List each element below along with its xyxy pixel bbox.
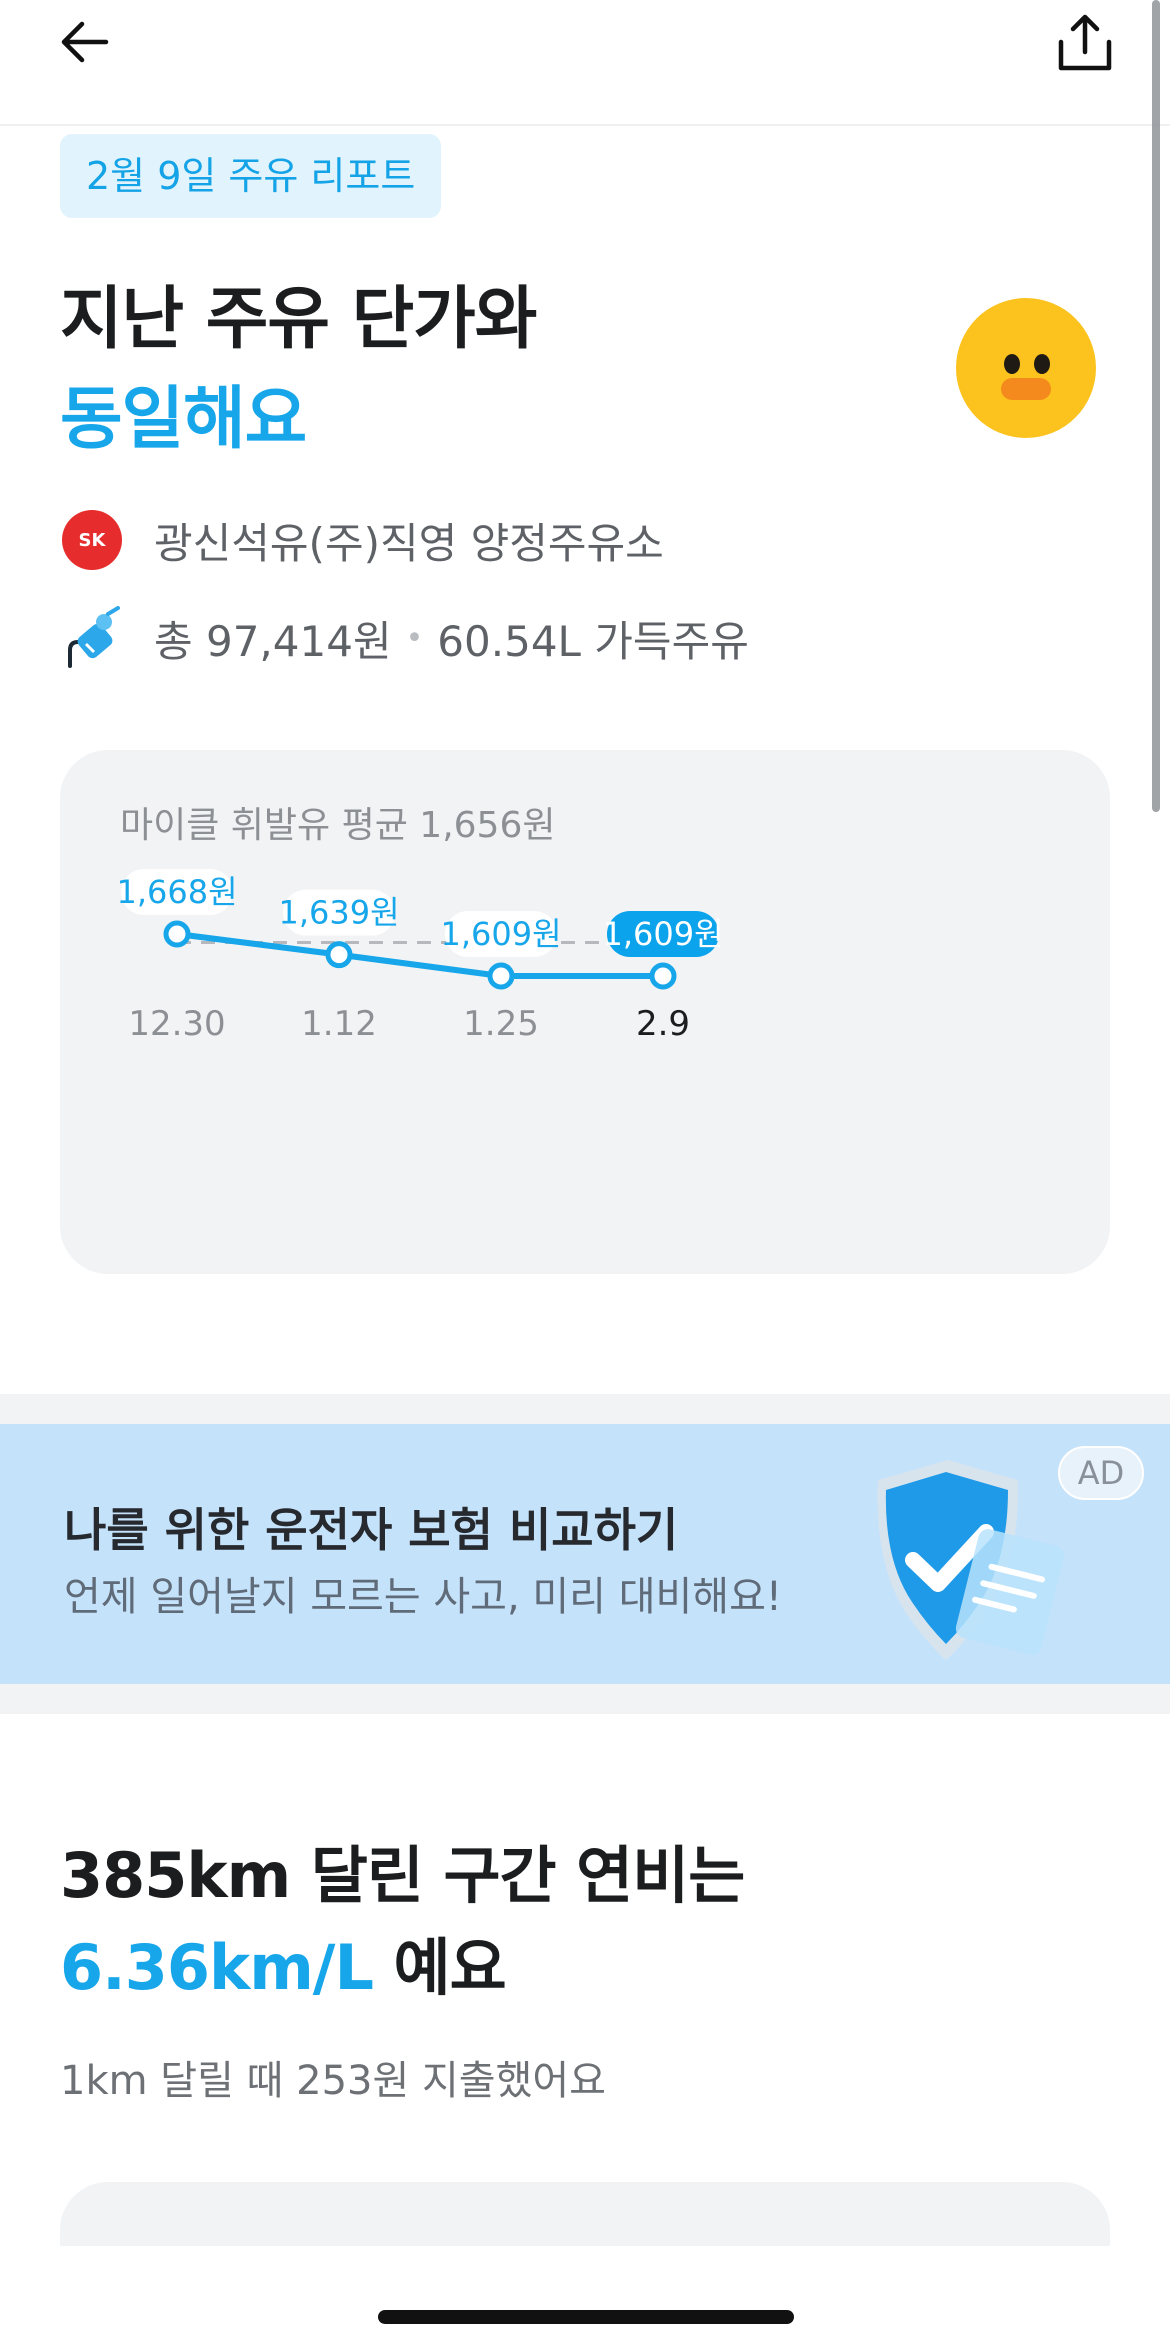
price-point (487, 962, 515, 990)
price-series-line (174, 931, 666, 979)
share-button[interactable] (1046, 4, 1124, 82)
sk-logo-icon: SK (62, 510, 122, 570)
headline-line1: 지난 주유 단가와 (60, 280, 537, 359)
scrollbar[interactable] (1152, 0, 1160, 812)
bottom-safe-area (0, 2246, 1170, 2348)
fuel-total: 총 97,414원 (154, 616, 392, 666)
ad-banner[interactable]: 나를 위한 운전자 보험 비교하기 언제 일어날지 모르는 사고, 미리 대비해… (0, 1424, 1170, 1684)
price-data-label: 1,609원 (440, 915, 561, 953)
arrow-left-icon (61, 21, 109, 63)
face-beak (1001, 378, 1051, 400)
price-data-label: 1,609원 (602, 915, 723, 953)
price-point (649, 962, 677, 990)
mood-face-icon (956, 298, 1096, 438)
share-icon (1058, 14, 1112, 71)
home-indicator[interactable] (378, 2310, 794, 2324)
x-tick-label: 12.30 (128, 1004, 225, 1044)
separator-dot: • (405, 620, 424, 656)
efficiency-line2: 6.36km/L 예요 (60, 1922, 744, 2014)
fuel-nozzle-icon (60, 606, 124, 670)
shield-check-icon (877, 1460, 1065, 1660)
section-divider (0, 1684, 1170, 1714)
station-name: 광신석유(주)직영 양정주유소 (154, 518, 664, 568)
efficiency-title: 385km 달린 구간 연비는 6.36km/L 예요 (60, 1830, 745, 2014)
face-eye (1004, 354, 1020, 374)
efficiency-suffix: 예요 (372, 1931, 507, 2004)
section-divider (0, 1394, 1170, 1424)
ad-subtitle: 언제 일어날지 모르는 사고, 미리 대비해요! (64, 1574, 782, 1620)
fuel-row: 총 97,414원 • 60.54L 가득주유 (60, 602, 749, 674)
top-bar (0, 0, 1170, 126)
price-chart-card: 마이클 휘발유 평균 1,656원 1,668원 12.30 1,639원 1.12 1… (60, 750, 1110, 1274)
fuel-amount: 60.54L 가득주유 (437, 616, 749, 666)
efficiency-value: 6.36km/L (60, 1931, 374, 2004)
efficiency-subtitle: 1km 달릴 때 253원 지출했어요 (60, 2058, 606, 2104)
x-tick-label: 2.9 (636, 1004, 690, 1044)
ad-badge: AD (1058, 1446, 1144, 1500)
price-data-label: 1,639원 (278, 894, 399, 932)
x-tick-label: 1.12 (301, 1004, 377, 1044)
x-tick-label: 1.25 (463, 1004, 539, 1044)
report-date-tag: 2월 9일 주유 리포트 (60, 134, 442, 218)
back-button[interactable] (48, 6, 120, 78)
headline: 지난 주유 단가와 동일해요 (60, 270, 537, 470)
price-line-chart: 1,668원 12.30 1,639원 1.12 1,609원 1.25 1,609원 2.9 (116, 869, 724, 1044)
price-point (325, 941, 353, 969)
efficiency-line1: 385km 달린 구간 연비는 (60, 1839, 745, 1912)
price-data-label: 1,668원 (116, 873, 237, 911)
face-eye (1034, 354, 1050, 374)
station-row: SK 광신석유(주)직영 양정주유소 (60, 504, 664, 576)
station-logo: SK (60, 508, 124, 572)
price-point (163, 920, 191, 948)
headline-line2: 동일해요 (60, 380, 307, 459)
ad-title: 나를 위한 운전자 보험 비교하기 (64, 1503, 679, 1557)
